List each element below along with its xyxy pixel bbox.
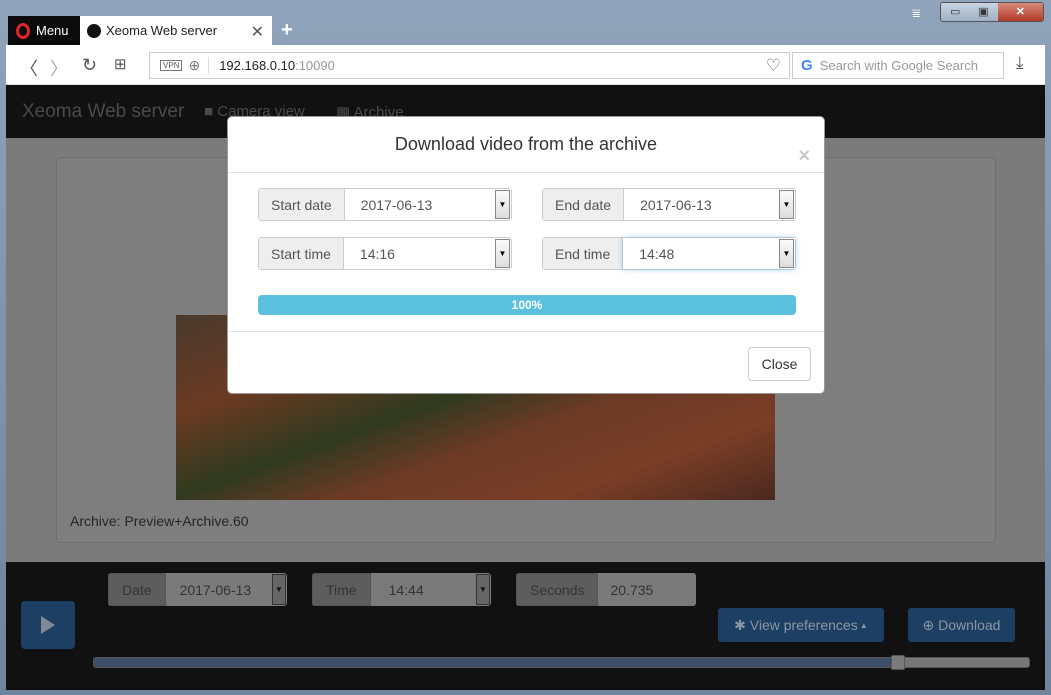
start-time-label: Start time xyxy=(259,238,344,269)
start-date-select[interactable]: 2017-06-13 ▼ xyxy=(344,189,511,220)
modal-header: Download video from the archive × xyxy=(228,117,824,173)
google-icon: G xyxy=(801,57,813,74)
timeline-slider[interactable] xyxy=(93,655,1030,670)
download-label: Download xyxy=(938,617,1001,633)
address-bar[interactable]: VPN ⊕ 192.168.0.10:10090 ♡ xyxy=(149,52,790,79)
forward-icon[interactable]: 〉 xyxy=(50,55,68,81)
dropdown-caret-icon[interactable]: ▼ xyxy=(495,239,510,268)
view-preferences-button[interactable]: ✱ View preferences ▲ xyxy=(718,608,884,642)
start-time-group: Start time 14:16 ▼ xyxy=(258,237,512,270)
downloads-icon[interactable]: ⤓ xyxy=(1016,53,1024,73)
end-time-group: End time 14:48 ▼ xyxy=(542,237,796,270)
time-value: 14:44 xyxy=(388,581,424,598)
dropdown-caret-icon[interactable]: ▼ xyxy=(495,190,510,219)
start-date-label: Start date xyxy=(259,189,345,220)
tab-menu-icon[interactable]: ⩸ xyxy=(912,5,921,22)
download-circle-icon: ⊕ xyxy=(922,616,939,633)
dropdown-caret-icon[interactable]: ▼ xyxy=(779,190,794,219)
url-host: 192.168.0.10 xyxy=(219,58,296,73)
window-controls: ▭ ▣ ✕ xyxy=(940,2,1044,22)
date-label: Date xyxy=(108,573,166,606)
close-icon[interactable]: × xyxy=(798,129,810,183)
end-date-value: 2017-06-13 xyxy=(640,196,712,213)
close-label: Close xyxy=(761,356,798,372)
archive-label: Archive: Preview+Archive.60 xyxy=(70,513,249,529)
maximize-icon[interactable]: ▣ xyxy=(969,3,998,21)
xeoma-favicon-icon xyxy=(87,23,101,38)
browser-tab[interactable]: Xeoma Web server ✕ xyxy=(80,16,272,45)
menu-label: Menu xyxy=(36,23,69,38)
start-time-value: 14:16 xyxy=(359,245,395,262)
url-port: :10090 xyxy=(295,58,335,73)
brand[interactable]: Xeoma Web server xyxy=(22,101,184,123)
close-window-icon[interactable]: ✕ xyxy=(997,3,1043,21)
end-date-select[interactable]: 2017-06-13 ▼ xyxy=(624,189,795,220)
end-date-label: End date xyxy=(543,189,625,220)
globe-icon: ⊕ xyxy=(188,57,210,74)
back-icon[interactable]: 〈 xyxy=(20,55,38,81)
tab-title: Xeoma Web server xyxy=(106,23,218,38)
date-select[interactable]: 2017-06-13 ▼ xyxy=(165,573,287,606)
search-input[interactable]: G Search with Google Search xyxy=(792,52,1004,79)
reload-icon[interactable]: ↻ xyxy=(82,55,97,76)
caret-up-icon: ▲ xyxy=(857,620,868,630)
close-tab-icon[interactable]: ✕ xyxy=(251,22,264,42)
start-time-select[interactable]: 14:16 ▼ xyxy=(343,238,511,269)
minimize-icon[interactable]: ▭ xyxy=(941,3,970,21)
speed-dial-icon[interactable]: ⊞ xyxy=(114,55,127,73)
seconds-label: Seconds xyxy=(516,573,599,606)
dropdown-caret-icon[interactable]: ▼ xyxy=(476,574,490,605)
playback-controls: Date 2017-06-13 ▼ Time 14:44 ▼ Seconds 20.735… xyxy=(6,562,1045,690)
view-preferences-label: View preferences xyxy=(749,617,858,633)
time-label: Time xyxy=(312,573,371,606)
date-group: Date 2017-06-13 ▼ xyxy=(108,573,287,606)
timeline-handle[interactable] xyxy=(891,655,906,670)
camera-icon: ■ xyxy=(204,103,218,120)
gear-icon: ✱ xyxy=(734,616,750,633)
start-date-group: Start date 2017-06-13 ▼ xyxy=(258,188,512,221)
progress-bar: 100% xyxy=(258,295,796,315)
close-button[interactable]: Close xyxy=(748,347,811,381)
time-select[interactable]: 14:44 ▼ xyxy=(370,573,491,606)
play-icon xyxy=(41,616,55,634)
play-button[interactable] xyxy=(21,601,75,649)
end-time-value: 14:48 xyxy=(639,245,675,262)
opera-menu-button[interactable]: Menu xyxy=(8,16,80,45)
dropdown-caret-icon[interactable]: ▼ xyxy=(272,574,286,605)
dropdown-caret-icon[interactable]: ▼ xyxy=(779,239,794,268)
seconds-group: Seconds 20.735 xyxy=(516,573,696,606)
download-button[interactable]: ⊕ Download xyxy=(908,608,1015,642)
end-date-group: End date 2017-06-13 ▼ xyxy=(542,188,796,221)
progress-text: 100% xyxy=(511,298,543,312)
date-value: 2017-06-13 xyxy=(179,581,252,598)
vpn-badge[interactable]: VPN xyxy=(160,60,183,71)
modal-footer-divider xyxy=(228,331,824,332)
bookmark-heart-icon[interactable]: ♡ xyxy=(766,56,781,76)
search-placeholder: Search with Google Search xyxy=(819,58,978,73)
modal-title: Download video from the archive xyxy=(394,134,658,154)
new-tab-icon[interactable]: + xyxy=(281,19,293,42)
opera-logo-icon xyxy=(16,22,30,39)
end-time-select[interactable]: 14:48 ▼ xyxy=(623,238,795,269)
timeline-fill xyxy=(94,658,899,667)
time-group: Time 14:44 ▼ xyxy=(312,573,491,606)
browser-toolbar: 〈 〉 ↻ ⊞ VPN ⊕ 192.168.0.10:10090 ♡ G Sear… xyxy=(6,45,1045,85)
start-date-value: 2017-06-13 xyxy=(360,196,433,213)
download-modal: Download video from the archive × Start d… xyxy=(227,116,825,394)
seconds-input[interactable]: 20.735 xyxy=(598,573,696,606)
end-time-label: End time xyxy=(543,238,624,269)
seconds-value: 20.735 xyxy=(610,581,654,598)
